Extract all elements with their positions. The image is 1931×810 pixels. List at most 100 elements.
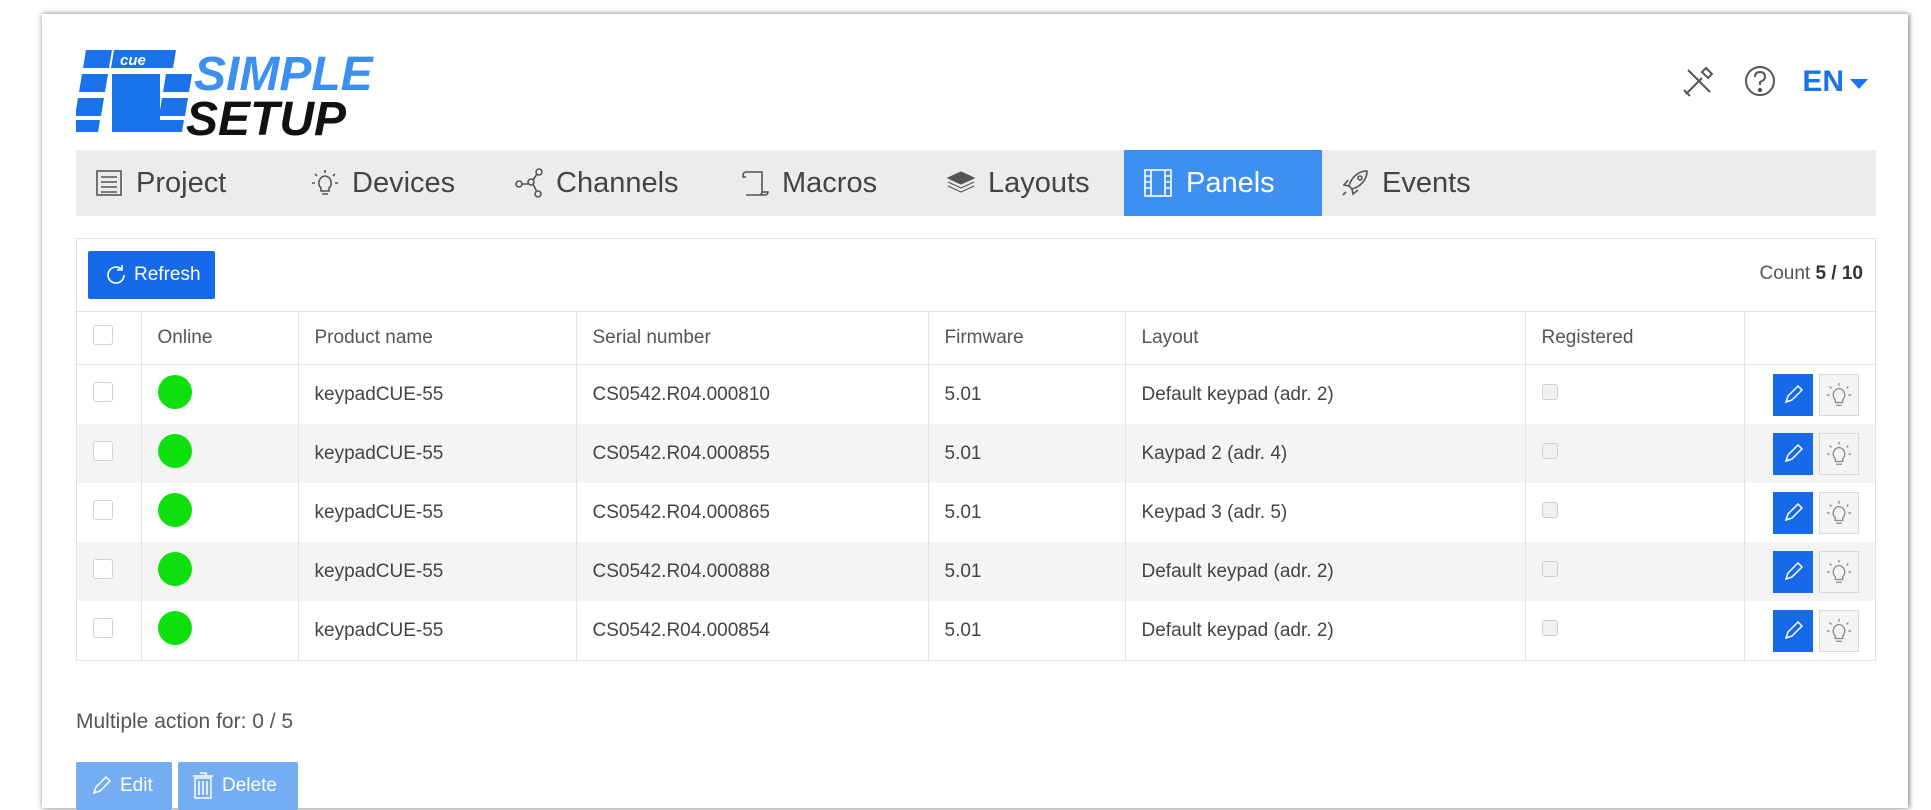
serial-number-cell: CS0542.R04.000888 xyxy=(576,542,929,601)
actions-cell xyxy=(1744,483,1875,542)
bulk-delete-button[interactable]: Delete xyxy=(178,762,298,810)
layout-cell: Keypad 3 (adr. 5) xyxy=(1125,483,1526,542)
identify-row-button[interactable] xyxy=(1819,491,1859,534)
edit-row-button[interactable] xyxy=(1773,609,1813,652)
edit-row-button[interactable] xyxy=(1773,373,1813,416)
scroll-icon xyxy=(742,171,769,196)
edit-row-button[interactable] xyxy=(1773,491,1813,534)
help-icon[interactable] xyxy=(1740,62,1780,102)
table-row[interactable]: keypadCUE-55 CS0542.R04.000854 5.01 Default… xyxy=(77,601,1875,660)
registered-checkbox[interactable] xyxy=(1541,442,1558,459)
select-cell xyxy=(77,483,142,542)
pencil-icon xyxy=(92,775,112,795)
layout-cell: Default keypad (adr. 2) xyxy=(1125,364,1526,424)
edit-row-button[interactable] xyxy=(1773,432,1813,475)
tab-label: Project xyxy=(136,166,227,199)
product-name-cell: keypadCUE-55 xyxy=(298,483,577,542)
product-name-cell: keypadCUE-55 xyxy=(298,601,577,660)
column-header-product[interactable]: Product name xyxy=(298,312,577,365)
bulk-edit-button[interactable]: Edit xyxy=(76,762,172,810)
product-name-cell: keypadCUE-55 xyxy=(298,542,577,601)
actions-cell xyxy=(1744,542,1875,601)
svg-text:SETUP: SETUP xyxy=(186,93,347,146)
online-cell xyxy=(141,364,299,424)
identify-row-button[interactable] xyxy=(1819,373,1859,416)
select-all-checkbox[interactable] xyxy=(93,325,113,345)
select-cell xyxy=(77,542,142,601)
firmware-cell: 5.01 xyxy=(928,542,1126,601)
refresh-button[interactable]: Refresh xyxy=(88,251,215,299)
select-cell xyxy=(77,424,142,483)
registered-checkbox[interactable] xyxy=(1541,501,1558,518)
serial-number-cell: CS0542.R04.000854 xyxy=(576,601,929,660)
serial-number-cell: CS0542.R04.000810 xyxy=(576,364,929,424)
tab-channels[interactable]: Channels xyxy=(496,150,722,216)
row-checkbox[interactable] xyxy=(93,440,113,461)
table-toolbar: Refresh Count 5 / 10 xyxy=(77,239,1875,312)
table-header-row: Online Product name Serial number Firmwa… xyxy=(77,312,1875,365)
count-label: Count xyxy=(1759,263,1811,284)
column-header-online[interactable]: Online xyxy=(141,312,299,365)
registered-cell xyxy=(1525,542,1745,601)
language-label: EN xyxy=(1802,65,1844,98)
tab-label: Macros xyxy=(782,166,878,199)
online-cell xyxy=(141,424,299,483)
simple-setup-logo: cue SIMPLE SETUP xyxy=(76,48,375,146)
tab-label: Layouts xyxy=(988,166,1090,199)
registered-checkbox[interactable] xyxy=(1541,383,1558,400)
row-checkbox[interactable] xyxy=(93,617,113,638)
bulk-edit-label: Edit xyxy=(120,775,153,796)
table-row[interactable]: keypadCUE-55 CS0542.R04.000810 5.01 Default… xyxy=(77,364,1875,425)
tab-devices[interactable]: Devices xyxy=(292,150,496,216)
table-row[interactable]: keypadCUE-55 CS0542.R04.000888 5.01 Default… xyxy=(77,542,1875,601)
tab-project[interactable]: Project xyxy=(76,150,292,216)
tab-label: Panels xyxy=(1186,166,1275,199)
serial-number-cell: CS0542.R04.000865 xyxy=(576,483,929,542)
edit-row-button[interactable] xyxy=(1773,550,1813,593)
bulk-delete-label: Delete xyxy=(222,775,277,796)
actions-cell xyxy=(1744,601,1875,660)
tab-panels[interactable]: Panels xyxy=(1124,150,1322,216)
column-header-firmware[interactable]: Firmware xyxy=(928,312,1126,365)
online-status-icon xyxy=(157,492,192,527)
rocket-icon xyxy=(1342,170,1368,196)
registered-checkbox[interactable] xyxy=(1541,619,1558,636)
row-checkbox[interactable] xyxy=(93,558,113,579)
layout-cell: Default keypad (adr. 2) xyxy=(1125,601,1526,660)
column-header-layout[interactable]: Layout xyxy=(1125,312,1526,365)
tab-label: Channels xyxy=(556,166,679,199)
row-checkbox[interactable] xyxy=(93,499,113,520)
tab-macros[interactable]: Macros xyxy=(722,150,928,216)
count-value: 5 / 10 xyxy=(1815,263,1863,284)
firmware-cell: 5.01 xyxy=(928,601,1126,660)
pencil-icon xyxy=(1784,384,1804,403)
tab-layouts[interactable]: Layouts xyxy=(928,150,1124,216)
registered-checkbox[interactable] xyxy=(1541,560,1558,577)
tab-events[interactable]: Events xyxy=(1322,150,1482,216)
bulk-actions: Edit Delete xyxy=(76,762,298,810)
column-header-serial[interactable]: Serial number xyxy=(576,312,929,365)
tab-label: Events xyxy=(1382,166,1471,199)
tab-label: Devices xyxy=(352,166,456,199)
product-name-cell: keypadCUE-55 xyxy=(298,364,577,424)
registered-cell xyxy=(1525,483,1745,542)
refresh-icon xyxy=(107,265,125,284)
identify-row-button[interactable] xyxy=(1819,550,1859,593)
table-row[interactable]: keypadCUE-55 CS0542.R04.000865 5.01 Keypad … xyxy=(77,483,1875,542)
panels-table: Online Product name Serial number Firmwa… xyxy=(77,312,1875,660)
identify-row-button[interactable] xyxy=(1819,432,1859,475)
firmware-cell: 5.01 xyxy=(928,483,1126,542)
tools-icon[interactable] xyxy=(1678,62,1718,102)
layers-icon xyxy=(946,171,976,193)
row-checkbox[interactable] xyxy=(93,381,113,402)
refresh-label: Refresh xyxy=(134,264,201,285)
firmware-cell: 5.01 xyxy=(928,364,1126,424)
column-header-actions xyxy=(1744,312,1875,365)
actions-cell xyxy=(1744,365,1875,425)
select-all-cell xyxy=(77,312,142,365)
identify-row-button[interactable] xyxy=(1819,609,1859,652)
table-row[interactable]: keypadCUE-55 CS0542.R04.000855 5.01 Kaypad … xyxy=(77,424,1875,483)
layout-cell: Default keypad (adr. 2) xyxy=(1125,542,1526,601)
language-selector[interactable]: EN xyxy=(1802,65,1868,99)
column-header-registered[interactable]: Registered xyxy=(1525,312,1745,365)
